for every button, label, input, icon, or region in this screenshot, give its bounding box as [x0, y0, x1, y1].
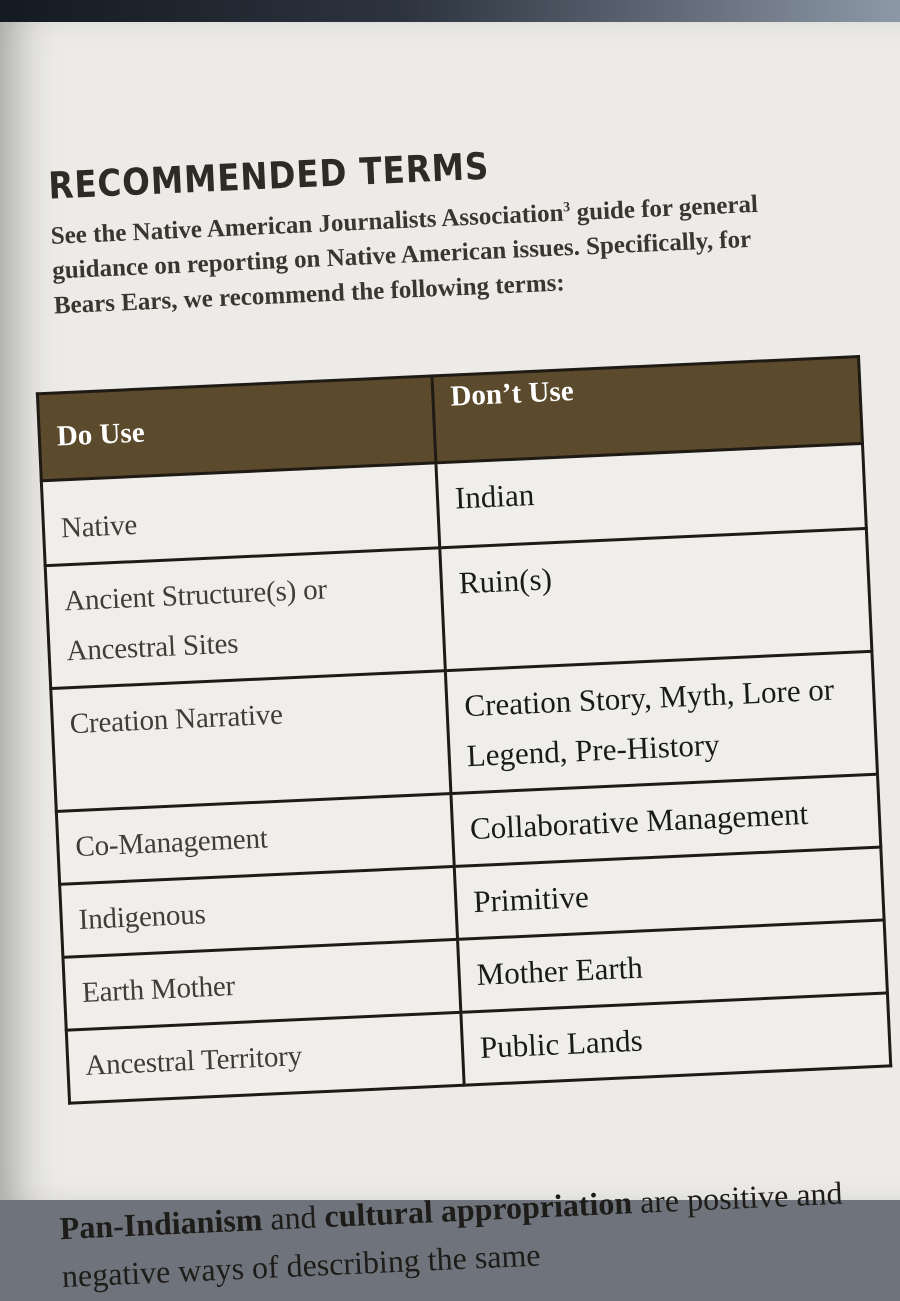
book-page: RECOMMENDED TERMS See the Native America…	[0, 22, 900, 1294]
bold-term-pan-indianism: Pan-Indianism	[58, 1201, 264, 1247]
bold-term-cultural-appropriation: cultural appropriation	[323, 1184, 633, 1235]
paragraph-joiner: and	[261, 1198, 326, 1237]
do-use-cell: Ancient Structure(s) or Ancestral Sites	[45, 547, 446, 689]
page-content: RECOMMENDED TERMS See the Native America…	[0, 63, 900, 1294]
following-paragraph: Pan-Indianism and cultural appropriation…	[59, 1165, 900, 1300]
do-use-cell: Creation Narrative	[50, 670, 451, 812]
dont-use-cell: Creation Story, Myth, Lore or Legend, Pr…	[445, 651, 878, 794]
dont-use-cell: Ruin(s)	[439, 528, 872, 671]
recommended-terms-table: Do Use Don’t Use Native Indian Ancient S…	[36, 355, 892, 1105]
